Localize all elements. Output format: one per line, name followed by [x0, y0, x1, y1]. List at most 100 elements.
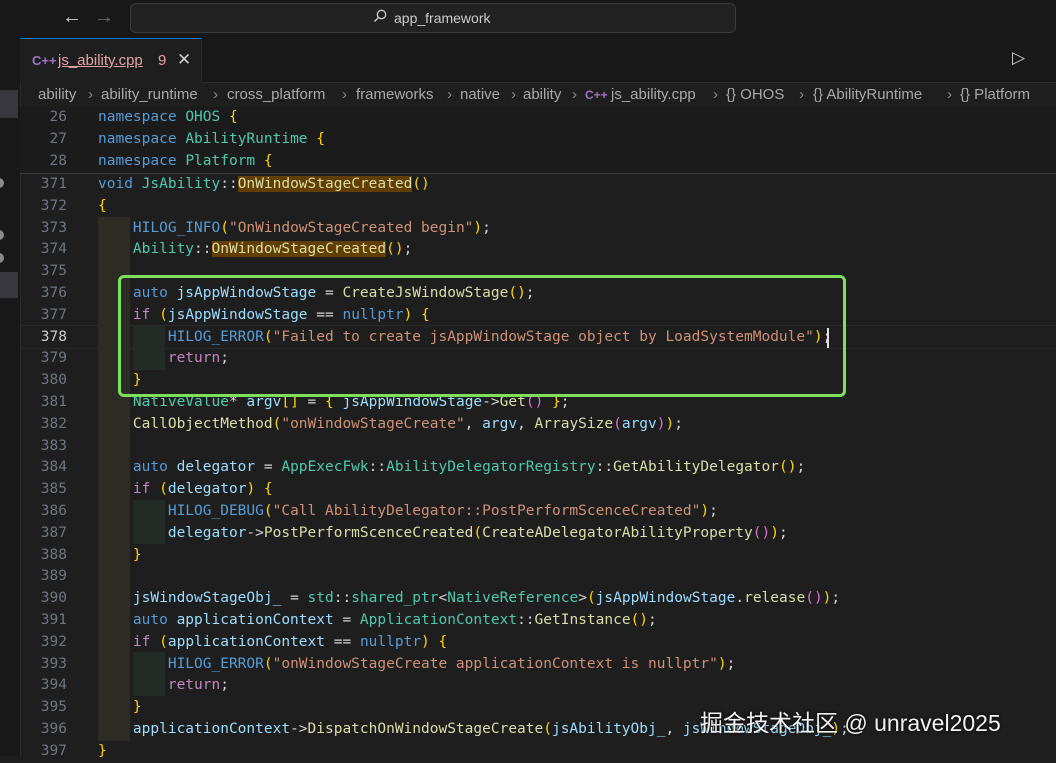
code-text: delegator->PostPerformScenceCreated(Crea…: [98, 524, 788, 541]
line-number: 393: [40, 655, 67, 672]
breadcrumb-item[interactable]: ability: [38, 86, 76, 103]
command-center-search[interactable]: app_framework: [130, 3, 736, 33]
code-line[interactable]: 394 return;: [20, 675, 1056, 697]
breadcrumb-item[interactable]: {} OHOS: [726, 86, 784, 103]
code-editor[interactable]: 26 namespace OHOS {27 namespace AbilityRun…: [20, 107, 1056, 759]
line-number: 391: [40, 612, 67, 628]
breadcrumb-item[interactable]: {} Platform: [960, 86, 1030, 103]
code-line[interactable]: 372 {: [20, 196, 1056, 218]
code-text: namespace Platform {: [98, 152, 273, 169]
chevron-right-icon: ›: [572, 86, 577, 103]
activity-item-explorer[interactable]: [0, 90, 18, 118]
code-line[interactable]: 385 if (delegator) {: [20, 479, 1056, 501]
line-number: 392: [40, 633, 67, 650]
back-arrow-icon[interactable]: ←: [62, 6, 82, 28]
code-line[interactable]: 389: [20, 566, 1056, 588]
breadcrumb: ability › ability_runtime › cross_platfo…: [20, 83, 1056, 107]
forward-arrow-icon[interactable]: →: [94, 6, 114, 28]
tab-js-ability-cpp[interactable]: C++ js_ability.cpp 9 ✕: [20, 38, 202, 83]
chevron-right-icon: ›: [213, 86, 218, 103]
code-text: }: [132, 546, 142, 563]
breadcrumb-item[interactable]: js_ability.cpp: [611, 86, 696, 103]
line-number: 388: [40, 546, 67, 563]
line-number: 395: [40, 699, 67, 716]
breadcrumb-item[interactable]: native: [460, 86, 500, 103]
chevron-right-icon: ›: [88, 86, 93, 103]
line-number: 27: [49, 130, 67, 147]
cpp-file-icon: C++: [585, 88, 608, 102]
code-text: if (applicationContext == nullptr) {: [132, 633, 448, 650]
line-number: 376: [40, 285, 67, 301]
activity-icon[interactable]: [0, 230, 4, 240]
sticky-code-line[interactable]: 27 namespace AbilityRuntime {: [20, 129, 1056, 151]
line-number: 374: [40, 241, 67, 258]
activity-item-active[interactable]: [0, 272, 18, 298]
code-line[interactable]: 386 HILOG_DEBUG("Call AbilityDelegator::…: [20, 501, 1056, 523]
search-label: app_framework: [394, 10, 491, 26]
sticky-code-line[interactable]: 28 namespace Platform {: [20, 151, 1056, 173]
run-debug-icon[interactable]: ▷: [1012, 48, 1025, 68]
text-cursor: [827, 328, 829, 348]
code-line[interactable]: 390 jsWindowStageObj_ = std::shared_ptr<…: [20, 588, 1056, 610]
code-text: Ability::OnWindowStageCreated();: [132, 241, 413, 258]
problem-count-badge: 9: [158, 52, 167, 69]
line-number: 384: [40, 459, 67, 476]
code-text: }: [98, 742, 107, 759]
line-number: 386: [40, 503, 67, 519]
activity-icon[interactable]: [0, 253, 4, 263]
line-number: 371: [40, 176, 67, 192]
code-line[interactable]: 384 auto delegator = AppExecFwk::Ability…: [20, 457, 1056, 479]
line-number: 377: [40, 306, 67, 323]
code-line[interactable]: 383: [20, 436, 1056, 458]
activity-bar: [0, 38, 21, 756]
line-number: 385: [40, 481, 67, 498]
line-number: 389: [40, 568, 67, 585]
line-number: 381: [40, 394, 67, 410]
code-line[interactable]: 382 CallObjectMethod("onWindowStageCreat…: [20, 414, 1056, 436]
sticky-code-line[interactable]: 26 namespace OHOS {: [20, 107, 1056, 129]
breadcrumb-item[interactable]: ability_runtime: [101, 86, 198, 103]
line-number: 375: [40, 263, 67, 280]
breadcrumb-item[interactable]: frameworks: [356, 86, 434, 103]
chevron-right-icon: ›: [342, 86, 347, 103]
editor-tab-bar: C++ js_ability.cpp 9 ✕ ▷ ⋯: [20, 38, 1056, 83]
code-line[interactable]: 388 }: [20, 545, 1056, 567]
code-line[interactable]: 391 auto applicationContext = Applicatio…: [20, 610, 1056, 632]
code-text: }: [132, 699, 142, 716]
code-text: namespace OHOS {: [98, 109, 238, 125]
line-number: 380: [40, 372, 67, 389]
code-line[interactable]: 371 void JsAbility::OnWindowStageCreated(…: [20, 174, 1056, 196]
code-text: HILOG_ERROR("onWindowStageCreate applica…: [167, 655, 736, 672]
code-text: CallObjectMethod("onWindowStageCreate", …: [132, 415, 683, 432]
chevron-right-icon: ›: [447, 86, 452, 103]
code-text: return;: [167, 677, 229, 694]
chevron-right-icon: ›: [713, 86, 718, 103]
line-number: 394: [40, 677, 67, 694]
activity-icon[interactable]: [0, 178, 4, 188]
code-line[interactable]: 373 HILOG_INFO("OnWindowStageCreated beg…: [20, 218, 1056, 240]
code-line[interactable]: 387 delegator->PostPerformScenceCreated(…: [20, 523, 1056, 545]
chevron-right-icon: ›: [947, 86, 952, 103]
code-line[interactable]: 393 HILOG_ERROR("onWindowStageCreate app…: [20, 654, 1056, 676]
breadcrumb-item[interactable]: ability: [523, 86, 561, 103]
code-line[interactable]: 392 if (applicationContext == nullptr) {: [20, 632, 1056, 654]
line-number: 28: [49, 152, 67, 169]
tab-label: js_ability.cpp: [58, 52, 143, 69]
line-number: 379: [40, 350, 67, 367]
title-bar: ← → app_framework: [0, 0, 1056, 39]
close-icon[interactable]: ✕: [177, 50, 191, 70]
code-text: jsWindowStageObj_ = std::shared_ptr<Nati…: [98, 590, 841, 607]
code-line[interactable]: 397}: [20, 741, 1056, 763]
code-text: namespace AbilityRuntime {: [98, 130, 325, 147]
chevron-right-icon: ›: [799, 86, 804, 103]
search-icon: [374, 9, 387, 22]
annotation-highlight-box: [118, 275, 846, 397]
line-number: 372: [40, 197, 67, 214]
line-number: 382: [40, 415, 67, 432]
breadcrumb-item[interactable]: {} AbilityRuntime: [813, 86, 922, 103]
watermark: 掘金技术社区 @ unravel2025: [700, 710, 1001, 736]
code-line[interactable]: 374 Ability::OnWindowStageCreated();: [20, 239, 1056, 261]
breadcrumb-item[interactable]: cross_platform: [227, 86, 325, 103]
line-number: 390: [40, 590, 67, 607]
line-number: 387: [40, 524, 67, 541]
